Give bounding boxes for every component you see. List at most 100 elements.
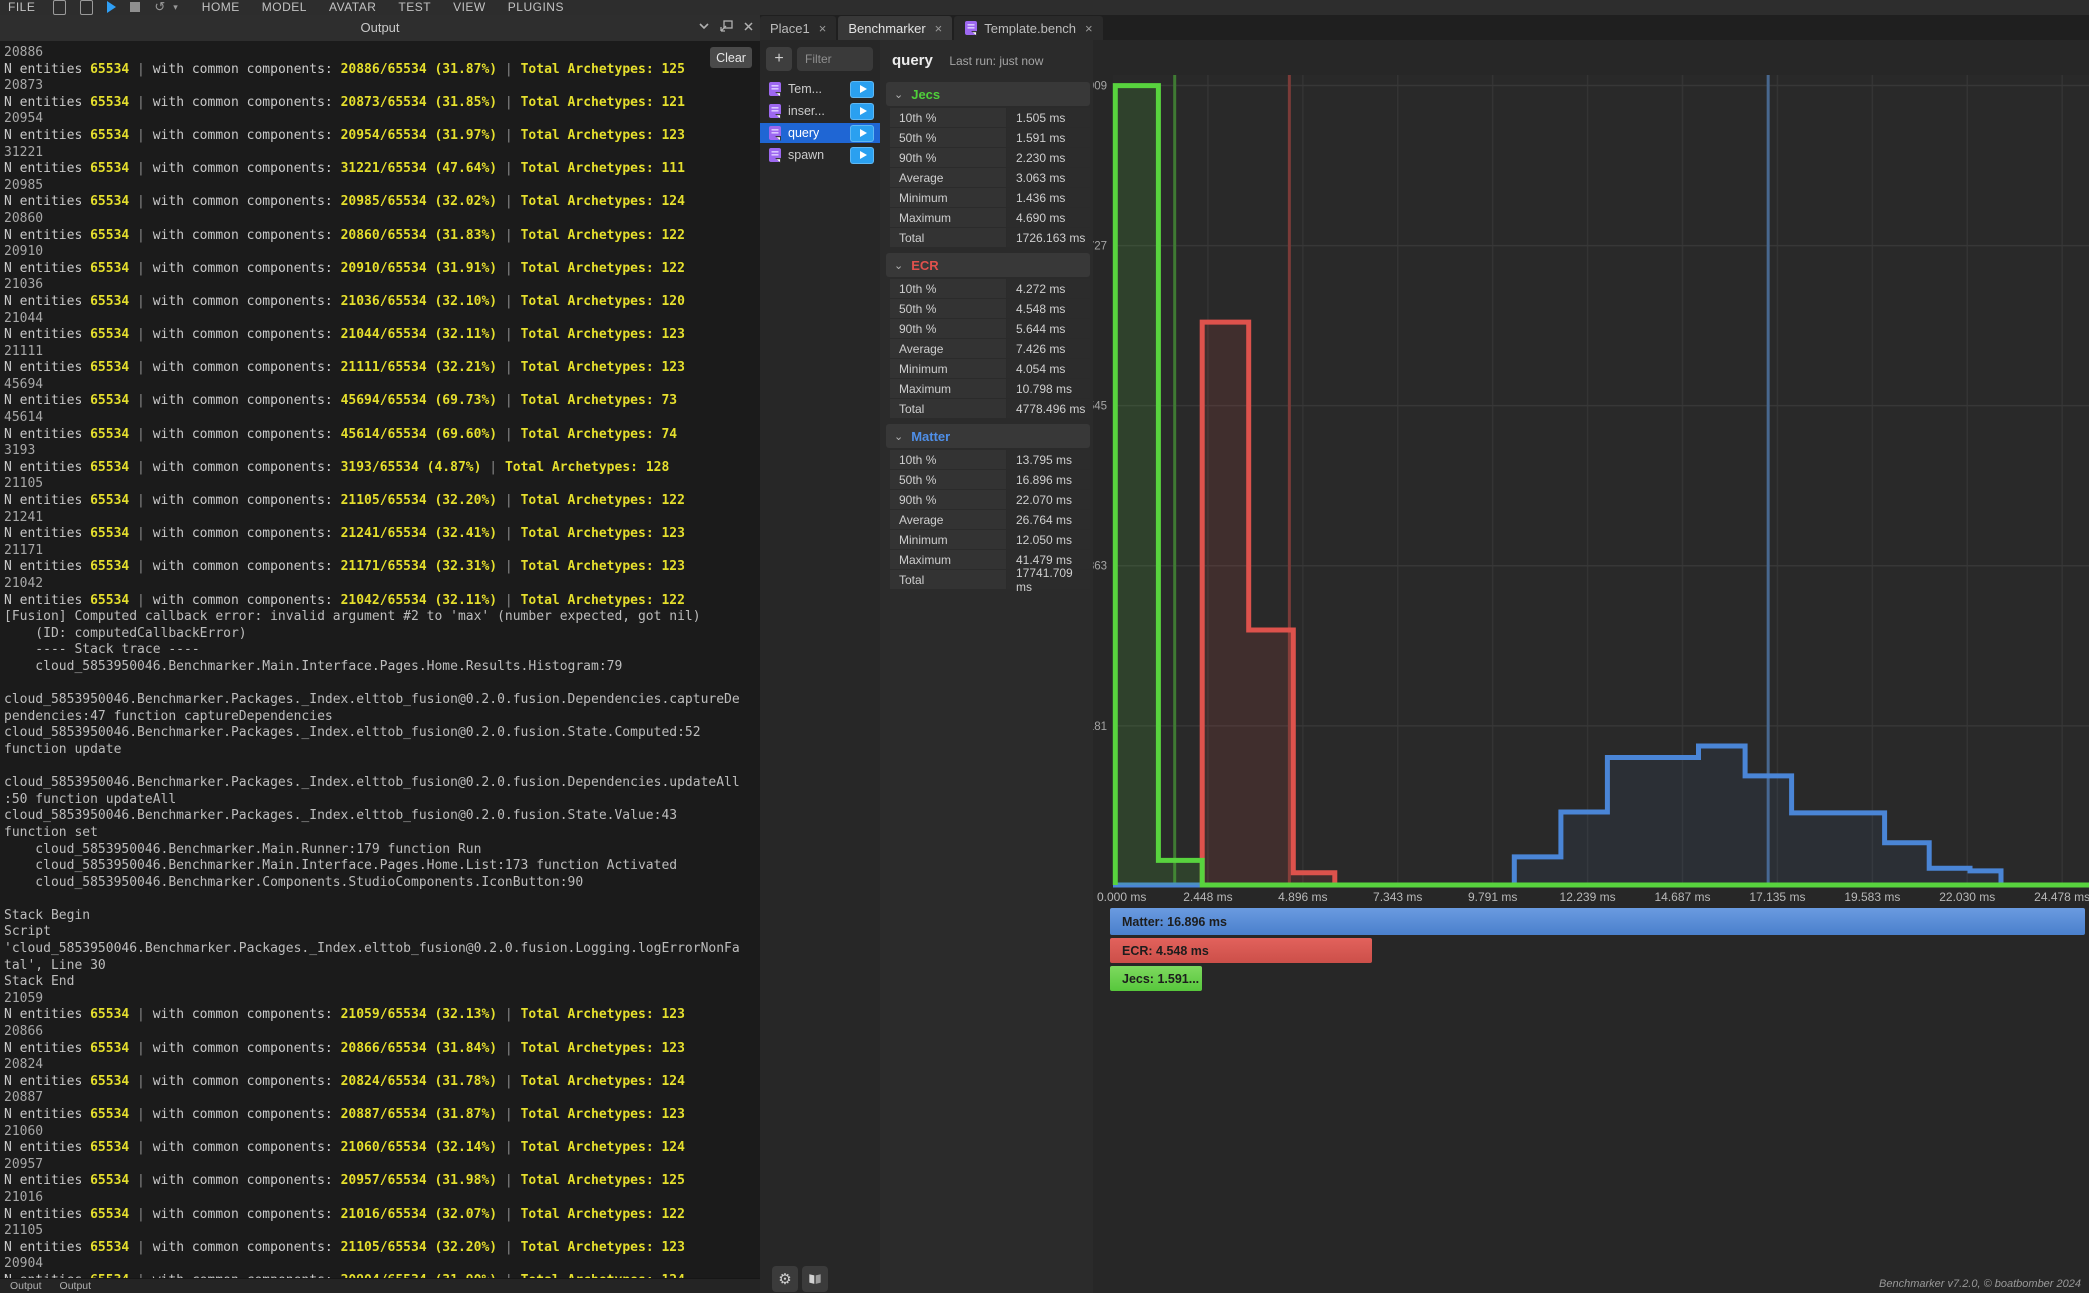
output-panel-title: Output [0, 20, 760, 35]
stat-row: 90th %2.230 ms [890, 148, 1090, 167]
y-tick-label: 545 [1093, 401, 1107, 413]
results-stats-panel: query Last run: just now ⌄Jecs10th %1.50… [880, 40, 1093, 1293]
play-icon[interactable] [107, 1, 116, 13]
clear-button[interactable]: Clear [710, 47, 752, 68]
stats-section-matter: ⌄Matter10th %13.795 ms50th %16.896 ms90t… [886, 424, 1090, 589]
benchmark-item-label: spawn [788, 148, 824, 162]
stat-value: 1.591 ms [1007, 128, 1090, 147]
chevron-down-icon[interactable] [698, 20, 710, 32]
console-count-line: 20866 [4, 1024, 760, 1041]
stat-value: 4778.496 ms [1007, 399, 1090, 418]
close-icon[interactable] [743, 21, 754, 32]
console-count-line: 20957 [4, 1157, 760, 1174]
chevron-down-icon: ⌄ [894, 88, 903, 101]
tab-template-bench[interactable]: Template.bench× [954, 16, 1102, 40]
book-icon [808, 1272, 822, 1286]
legend-bar-matter: Matter: 16.896 ms [1110, 908, 2085, 935]
menu-model[interactable]: MODEL [262, 0, 307, 14]
console-entity-line: N entities 65534 | with common component… [4, 1007, 760, 1024]
x-tick-label: 7.343 ms [1373, 890, 1422, 904]
script-icon [964, 20, 978, 36]
stat-value: 1726.163 ms [1007, 228, 1090, 247]
menu-test[interactable]: TEST [398, 0, 431, 14]
stat-label: 90th % [890, 319, 1006, 338]
console-count-line: 31221 [4, 145, 760, 162]
stat-value: 26.764 ms [1007, 510, 1090, 529]
console-error-line: (ID: computedCallbackError) [4, 626, 760, 643]
x-tick-label: 14.687 ms [1654, 890, 1710, 904]
console-count-line: 20887 [4, 1090, 760, 1107]
benchmark-item-inser[interactable]: inser... [760, 101, 880, 121]
undo-icon[interactable]: ↺ [154, 0, 165, 15]
benchmark-item-label: Tem... [788, 82, 822, 96]
stop-icon[interactable] [130, 2, 140, 12]
script-icon [768, 125, 782, 141]
console-count-line: 21036 [4, 277, 760, 294]
console-entity-line: N entities 65534 | with common component… [4, 1041, 760, 1058]
menu-home[interactable]: HOME [202, 0, 240, 14]
output-console[interactable]: Clear 20886 N entities 65534 | with commo… [0, 41, 760, 1279]
stat-row: Maximum4.690 ms [890, 208, 1090, 227]
stat-label: 10th % [890, 108, 1006, 127]
section-title: ECR [911, 258, 938, 273]
stats-section-ecr: ⌄ECR10th %4.272 ms50th %4.548 ms90th %5.… [886, 253, 1090, 418]
stat-row: Average26.764 ms [890, 510, 1090, 529]
console-count-line: 21105 [4, 1223, 760, 1240]
stat-label: Maximum [890, 379, 1006, 398]
console-entity-line: N entities 65534 | with common component… [4, 1140, 760, 1157]
console-count-line: 20886 [4, 45, 760, 62]
close-icon[interactable]: × [819, 21, 827, 36]
stat-label: Maximum [890, 208, 1006, 227]
run-benchmark-button[interactable] [850, 125, 874, 142]
section-header-matter[interactable]: ⌄ Matter [886, 424, 1090, 448]
save-icon[interactable] [80, 0, 93, 15]
stats-sections: ⌄Jecs10th %1.505 ms50th %1.591 ms90th %2… [886, 82, 1090, 589]
dock-tab-output[interactable]: Output [10, 1280, 42, 1292]
menu-avatar[interactable]: AVATAR [329, 0, 376, 14]
stat-row: Total4778.496 ms [890, 399, 1090, 418]
close-icon[interactable]: × [1085, 21, 1093, 36]
stat-label: Maximum [890, 550, 1006, 569]
console-blank-line [4, 759, 760, 776]
chevron-down-icon[interactable]: ▾ [173, 2, 178, 13]
chevron-down-icon: ⌄ [894, 430, 903, 443]
benchmark-item-spawn[interactable]: spawn [760, 145, 880, 165]
docs-button[interactable] [802, 1266, 828, 1292]
console-error-line: Script [4, 924, 760, 941]
document-icon[interactable] [53, 0, 66, 15]
close-icon[interactable]: × [935, 21, 943, 36]
section-header-ecr[interactable]: ⌄ECR [886, 253, 1090, 277]
console-entity-line: N entities 65534 | with common component… [4, 228, 760, 245]
filter-input[interactable] [797, 47, 873, 71]
section-title: Jecs [911, 87, 940, 102]
settings-button[interactable]: ⚙ [772, 1266, 798, 1292]
play-icon [860, 85, 867, 93]
section-header-jecs[interactable]: ⌄ Jecs [886, 82, 1090, 106]
stat-label: 90th % [890, 490, 1006, 509]
dock-tab-output[interactable]: Output [60, 1280, 92, 1292]
console-entity-line: N entities 65534 | with common component… [4, 261, 760, 278]
menu-view[interactable]: VIEW [453, 0, 486, 14]
run-benchmark-button[interactable] [850, 147, 874, 164]
console-entity-line: N entities 65534 | with common component… [4, 1240, 760, 1257]
console-error-line: cloud_5853950046.Benchmarker.Main.Interf… [4, 858, 760, 875]
tab-benchmarker[interactable]: Benchmarker× [838, 16, 952, 40]
tab-place1[interactable]: Place1× [760, 16, 836, 40]
console-entity-line: N entities 65534 | with common component… [4, 460, 760, 477]
run-benchmark-button[interactable] [850, 103, 874, 120]
undock-icon[interactable] [720, 20, 733, 32]
add-benchmark-button[interactable]: + [766, 47, 792, 71]
menu-file[interactable]: FILE [8, 0, 35, 14]
console-entity-line: N entities 65534 | with common component… [4, 493, 760, 510]
run-benchmark-button[interactable] [850, 81, 874, 98]
script-icon [768, 81, 782, 97]
console-count-line: 21171 [4, 543, 760, 560]
stat-row: Average3.063 ms [890, 168, 1090, 187]
console-blank-line [4, 676, 760, 693]
benchmark-item-query[interactable]: query [760, 123, 880, 143]
console-error-line: function update [4, 742, 760, 759]
menu-plugins[interactable]: PLUGINS [508, 0, 564, 14]
play-icon [860, 151, 867, 159]
section-title: Matter [911, 429, 950, 444]
benchmark-item-Tem[interactable]: Tem... [760, 79, 880, 99]
